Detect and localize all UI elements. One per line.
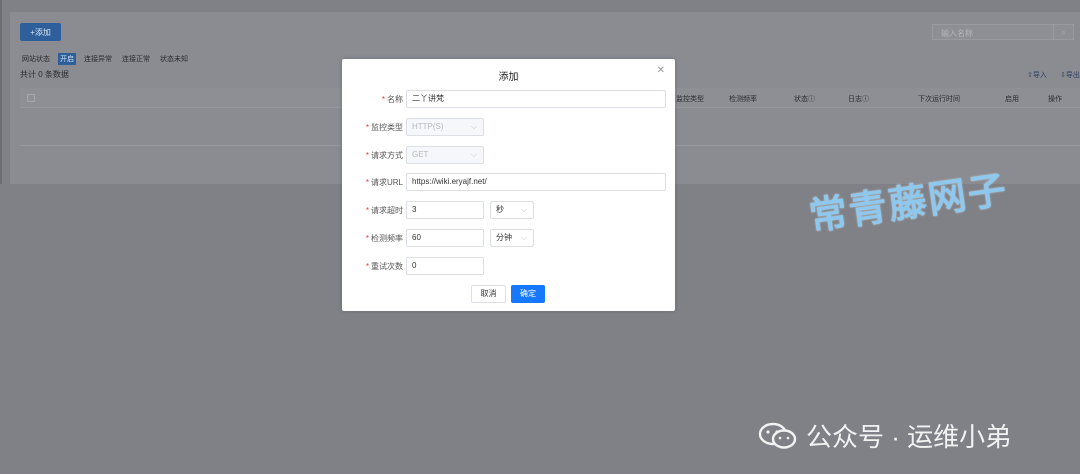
field-row-monitor-type: * 监控类型 HTTP(S) ⌵ — [342, 118, 675, 136]
dialog-title: 添加 — [498, 72, 519, 83]
frequency-unit-select[interactable]: 分钟 ⌵ — [490, 229, 534, 247]
footer-watermark-text: 公众号 · 运维小弟 — [806, 422, 1012, 452]
field-row-frequency: * 检测频率 60 分钟 ⌵ — [342, 229, 675, 247]
select-all-checkbox[interactable] — [27, 94, 35, 102]
timeout-input[interactable]: 3 — [406, 201, 484, 219]
url-input[interactable]: https://wiki.eryajf.net/ — [406, 173, 666, 191]
name-input[interactable]: 二丫讲梵 — [406, 90, 666, 108]
timeout-label: * 请求超时 — [365, 206, 403, 215]
col-actions: 操作 — [1048, 96, 1062, 103]
field-row-timeout: * 请求超时 3 秒 ⌵ — [342, 201, 675, 219]
url-label: * 请求URL — [365, 178, 403, 187]
col-status: 状态ⓘ — [794, 96, 815, 103]
timeout-unit-select[interactable]: 秒 ⌵ — [490, 201, 534, 219]
retries-input[interactable]: 0 — [406, 257, 484, 275]
filter-site-status: 网站状态 — [22, 56, 50, 63]
col-next-run: 下次运行时间 — [918, 96, 960, 103]
col-frequency: 检测频率 — [729, 96, 757, 103]
method-select[interactable]: GET ⌵ — [406, 146, 484, 164]
name-label: * 名称 — [381, 95, 403, 104]
method-label: * 请求方式 — [365, 151, 403, 160]
col-enabled: 启用 — [1005, 96, 1019, 103]
import-link[interactable]: ⇧导入 — [1027, 70, 1047, 80]
filter-unknown[interactable]: 状态未知 — [158, 53, 190, 65]
frequency-label: * 检测频率 — [365, 234, 403, 243]
search-placeholder: 输入名称 — [941, 29, 973, 38]
confirm-button[interactable]: 确定 — [511, 285, 545, 303]
left-edge — [0, 0, 2, 184]
chevron-down-icon: ⌵ — [520, 205, 527, 214]
monitor-type-label: * 监控类型 — [365, 123, 403, 132]
chevron-down-icon: ⌵ — [470, 122, 477, 131]
status-filters: 网站状态 开启 连接异常 连接正常 状态未知 — [20, 53, 190, 65]
field-row-name: * 名称 二丫讲梵 — [342, 90, 675, 108]
retries-label: * 重试次数 — [365, 262, 403, 271]
close-icon[interactable]: ✕ — [657, 65, 665, 76]
wechat-icon — [758, 421, 798, 451]
field-row-retries: * 重试次数 0 — [342, 257, 675, 275]
search-icon[interactable]: ⌕ — [1053, 25, 1073, 39]
col-monitor-type: 监控类型 — [676, 96, 704, 103]
chevron-down-icon: ⌵ — [520, 233, 527, 242]
record-count: 共计 0 条数据 — [20, 70, 69, 79]
add-monitor-dialog: 添加 ✕ * 名称 二丫讲梵 * 监控类型 HTTP(S) ⌵ * 请求方式 GET ⌵ … — [342, 59, 675, 311]
col-log: 日志ⓘ — [848, 96, 869, 103]
search-input[interactable]: 输入名称 ⌕ — [932, 24, 1074, 40]
filter-conn-ok[interactable]: 连接正常 — [120, 53, 152, 65]
field-row-url: * 请求URL https://wiki.eryajf.net/ — [342, 173, 675, 191]
chevron-down-icon: ⌵ — [470, 150, 477, 159]
filter-conn-error[interactable]: 连接异常 — [82, 53, 114, 65]
add-button[interactable]: +添加 — [20, 23, 61, 41]
monitor-type-select[interactable]: HTTP(S) ⌵ — [406, 118, 484, 136]
export-link[interactable]: ⇩导出 — [1060, 70, 1080, 80]
field-row-method: * 请求方式 GET ⌵ — [342, 146, 675, 164]
frequency-input[interactable]: 60 — [406, 229, 484, 247]
filter-enabled[interactable]: 开启 — [58, 53, 76, 65]
cancel-button[interactable]: 取消 — [471, 285, 506, 303]
footer-watermark: 公众号 · 运维小弟 — [758, 417, 1011, 454]
